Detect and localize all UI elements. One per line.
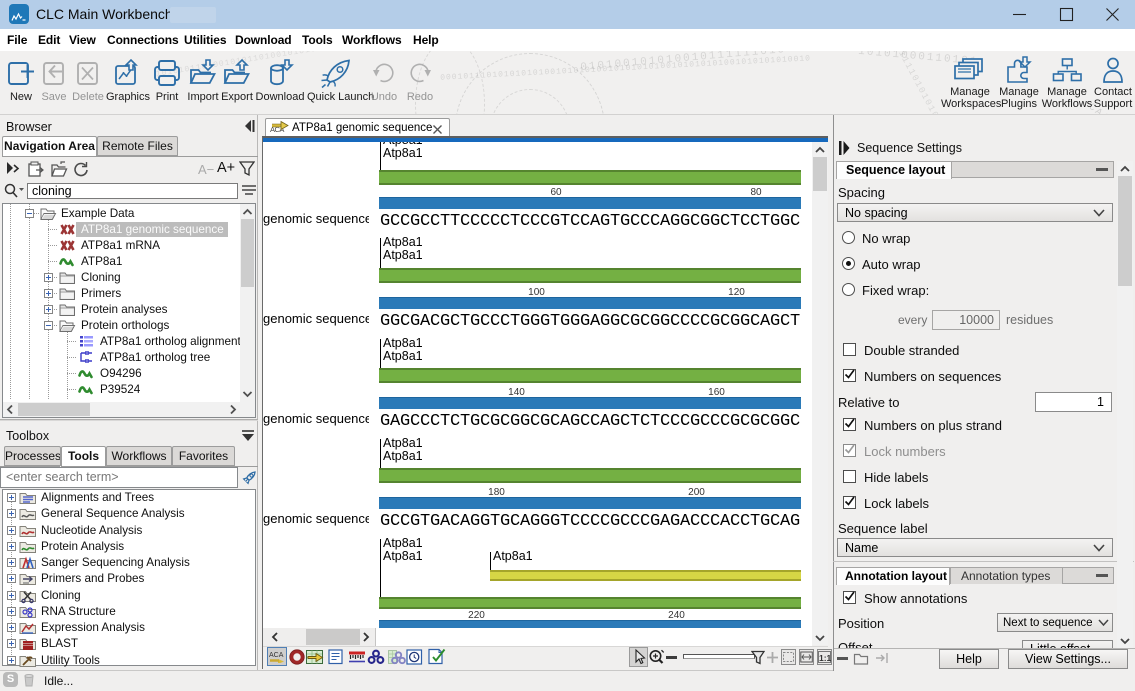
svg-text:ACA: ACA	[269, 652, 284, 659]
